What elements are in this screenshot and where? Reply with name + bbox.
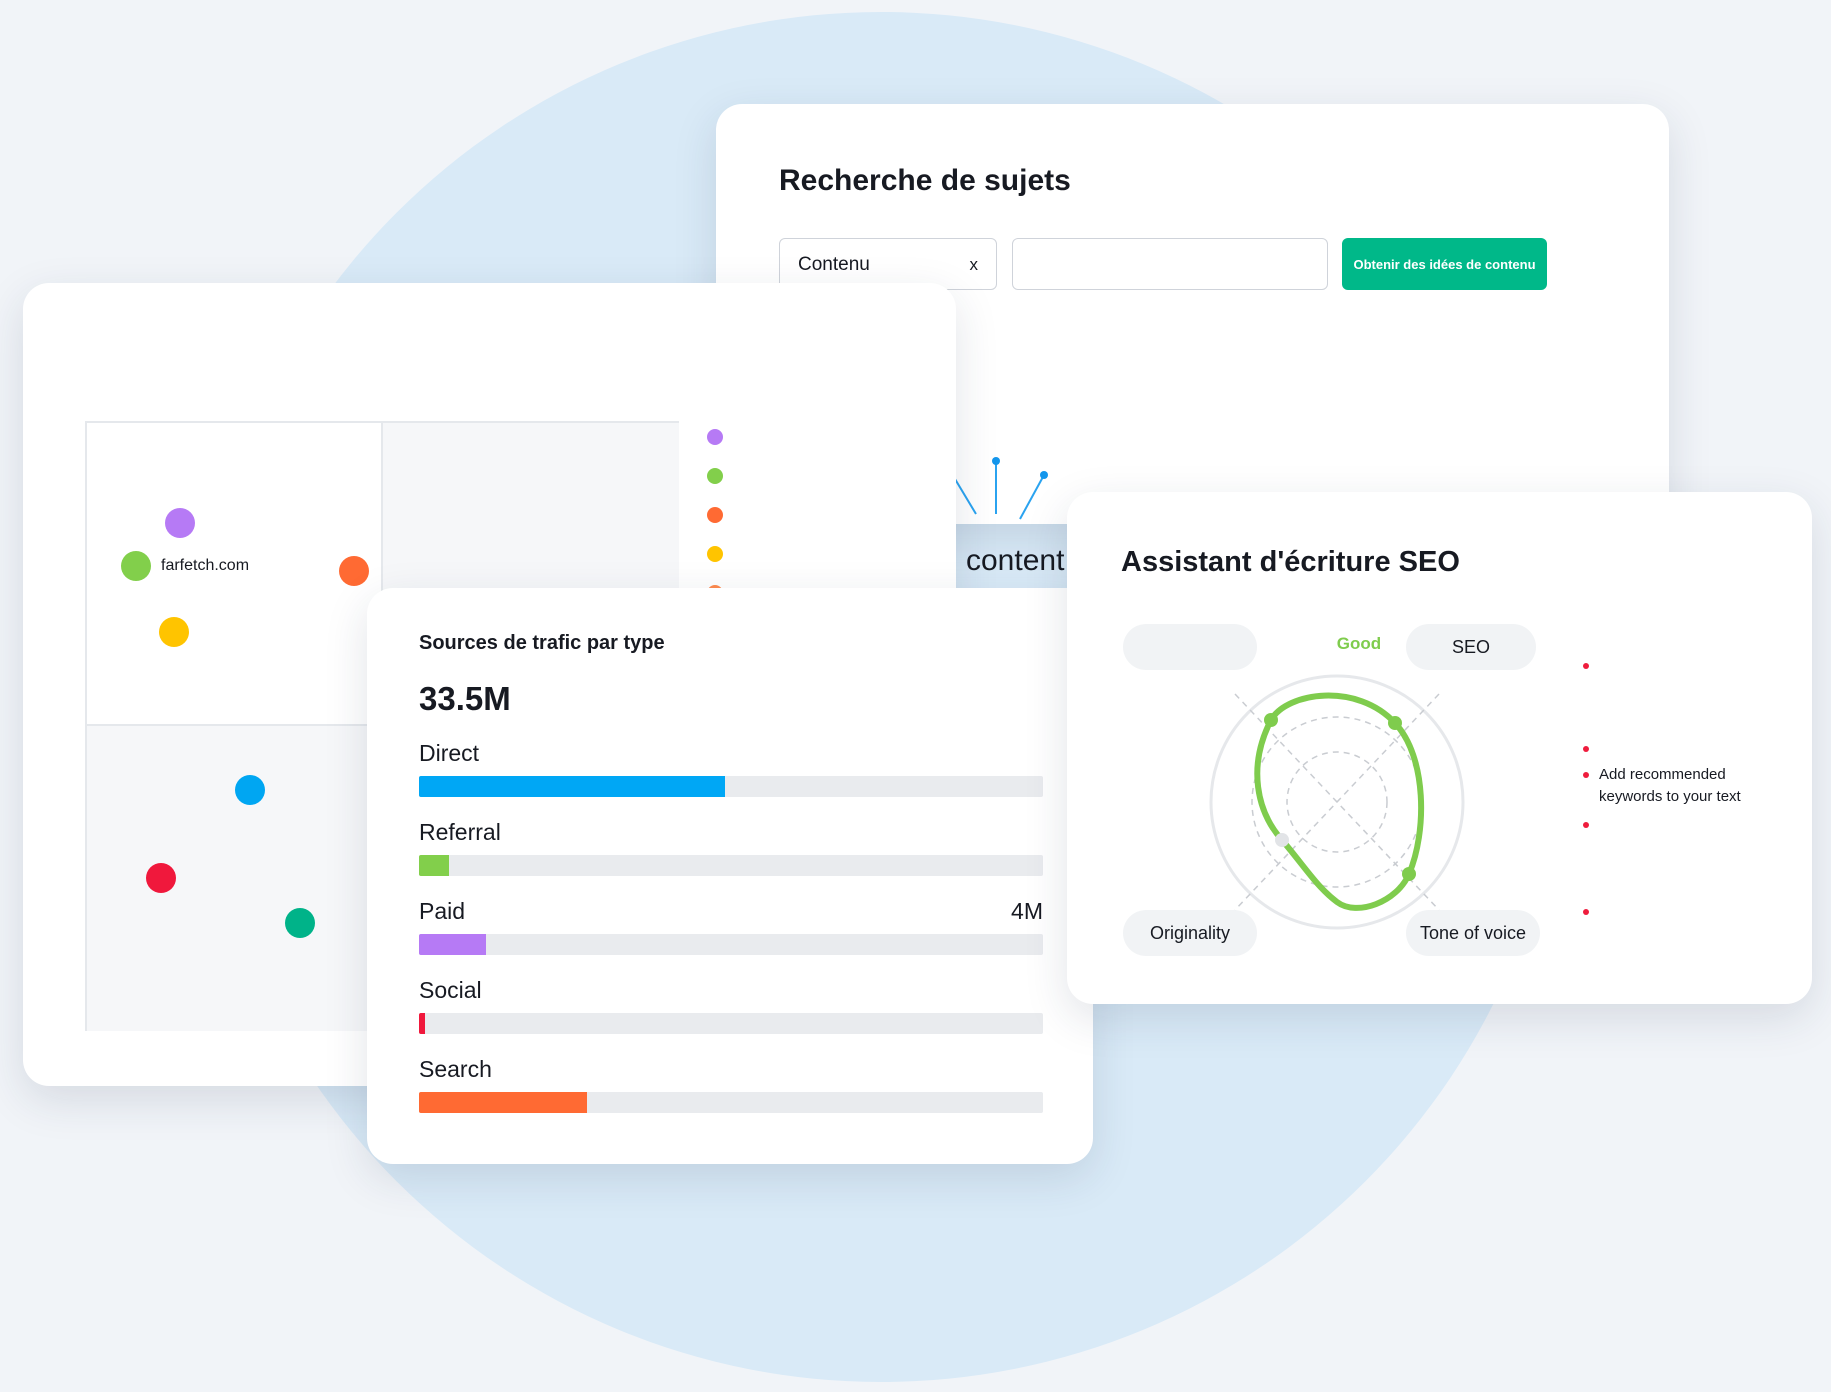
domain-dot[interactable] (339, 556, 369, 586)
traffic-row-label: Direct (419, 740, 480, 766)
traffic-bar-track (419, 1092, 1043, 1113)
tip-bullet (1583, 909, 1589, 915)
traffic-row-search[interactable]: Search (419, 1056, 1043, 1116)
traffic-row-label: Referral (419, 819, 501, 845)
traffic-bar-fill (419, 1092, 588, 1113)
traffic-bar-fill (419, 1013, 426, 1034)
legend-dot (707, 468, 723, 484)
traffic-bar-track (419, 855, 1043, 876)
tip-bullet (1583, 822, 1589, 828)
topic-keyword-input[interactable] (1012, 238, 1328, 290)
domain-dot[interactable] (235, 775, 265, 805)
quadrant-bottom-left (87, 726, 383, 1031)
seo-assistant-title: Assistant d'écriture SEO (1121, 546, 1460, 578)
traffic-total: 33.5M (419, 680, 511, 717)
traffic-row-label: Search (419, 1056, 492, 1082)
domain-dot[interactable] (146, 863, 176, 893)
traffic-bar-fill (419, 934, 486, 955)
domain-dot[interactable] (285, 908, 315, 938)
traffic-title: Sources de trafic par type (419, 632, 665, 654)
traffic-row-social[interactable]: Social (419, 977, 1043, 1037)
legend-dot (707, 546, 723, 562)
overall-score-label: Good (1336, 634, 1382, 653)
seo-writing-assistant-card: Assistant d'écriture SEO Good SEO Origin… (1067, 492, 1812, 1004)
domain-dot[interactable] (159, 617, 189, 647)
traffic-bar-track (419, 934, 1043, 955)
tip-text: Add recommended keywords to your text (1599, 766, 1741, 805)
traffic-bar-track (419, 776, 1043, 797)
domain-dot[interactable] (121, 551, 151, 581)
domain-dot[interactable] (165, 508, 195, 538)
traffic-sources-card: Sources de trafic par type 33.5M Direct … (367, 588, 1093, 1164)
tip-bullet (1583, 746, 1589, 752)
tip-bullet (1583, 663, 1589, 669)
traffic-bar-fill (419, 855, 449, 876)
topic-research-title: Recherche de sujets (779, 164, 1071, 197)
traffic-row-direct[interactable]: Direct (419, 740, 1043, 800)
topic-select-value: Contenu (798, 254, 870, 275)
traffic-bar-track (419, 1013, 1043, 1034)
traffic-row-label: Paid (419, 898, 466, 924)
traffic-row-referral[interactable]: Referral (419, 819, 1043, 879)
domain-label: farfetch.com (161, 557, 250, 574)
traffic-bar-fill (419, 776, 725, 797)
traffic-row-label: Social (419, 977, 482, 1003)
topic-word: content (966, 544, 1065, 577)
tip-bullet (1583, 772, 1589, 778)
clear-icon[interactable]: x (970, 255, 979, 275)
legend-dot (707, 507, 723, 523)
traffic-row-value: 4M (1011, 898, 1043, 924)
get-content-ideas-button[interactable]: Obtenir des idées de contenu (1342, 238, 1547, 290)
legend-dot (707, 429, 723, 445)
traffic-row-paid[interactable]: Paid 4M (419, 898, 1043, 958)
seo-score-radar (1209, 674, 1465, 930)
